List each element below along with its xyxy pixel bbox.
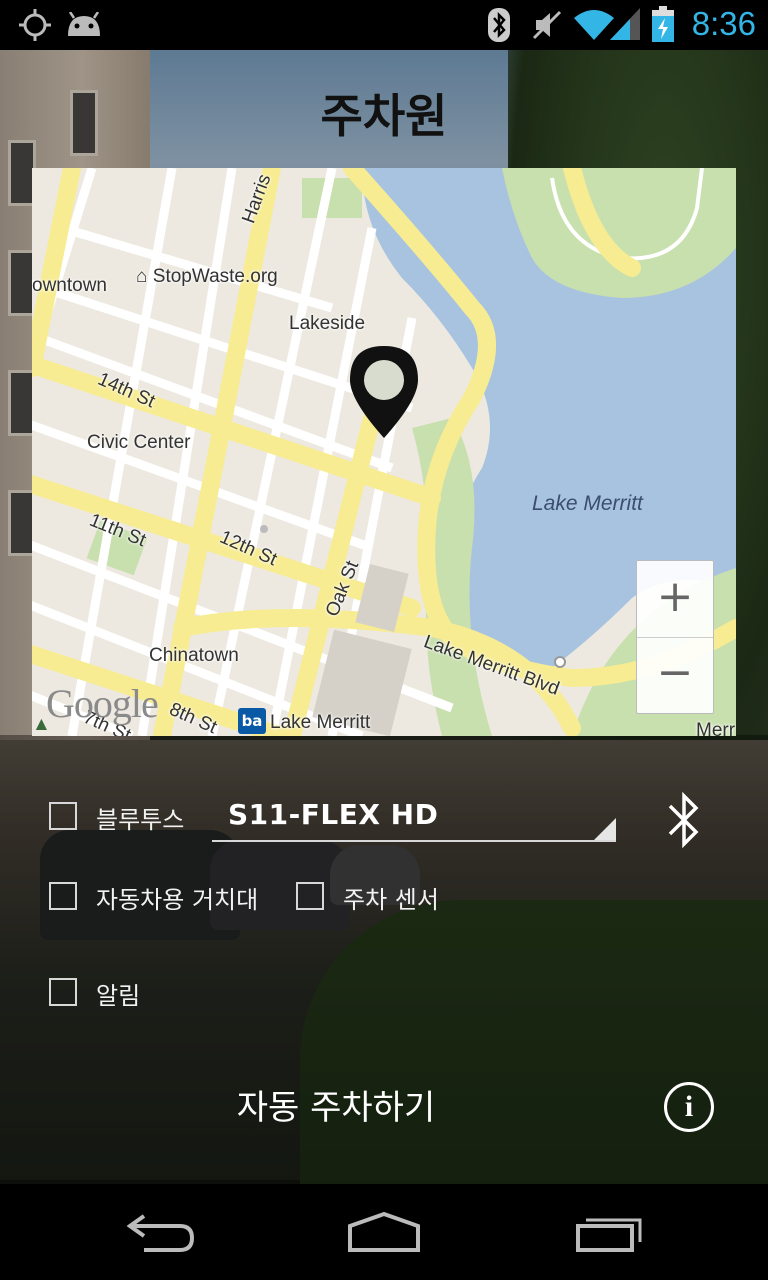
- device-spinner[interactable]: S11-FLEX HD: [228, 798, 438, 831]
- bluetooth-icon[interactable]: [664, 788, 704, 852]
- car-mount-checkbox[interactable]: [49, 882, 77, 910]
- museum-icon: ⌂: [136, 266, 153, 287]
- parking-sensor-checkbox[interactable]: [296, 882, 324, 910]
- device-spinner-underline: [212, 840, 616, 842]
- parking-sensor-label[interactable]: 주차 센서: [343, 880, 439, 915]
- back-icon[interactable]: [124, 1208, 196, 1256]
- alarm-checkbox[interactable]: [49, 978, 77, 1006]
- battery-charging-icon: [652, 6, 674, 42]
- spinner-arrow-icon[interactable]: [594, 818, 616, 840]
- compass-icon: ▲: [32, 714, 51, 735]
- info-icon[interactable]: i: [664, 1082, 714, 1132]
- signal-icon: [610, 8, 640, 40]
- zoom-out-button[interactable]: −: [637, 637, 713, 713]
- android-icon: [68, 12, 100, 36]
- bluetooth-icon: [488, 8, 510, 42]
- map-label-downtown: owntown: [32, 275, 107, 296]
- recents-icon[interactable]: [574, 1208, 646, 1256]
- auto-park-button[interactable]: 자동 주차하기: [0, 1080, 672, 1129]
- mute-icon: [532, 10, 562, 40]
- home-icon[interactable]: [346, 1208, 422, 1256]
- google-logo: Google: [46, 681, 159, 726]
- gps-icon: [19, 9, 51, 41]
- map-label-lake-merritt-station: Lake Merritt: [270, 712, 371, 733]
- page-title: 주차원: [320, 89, 448, 143]
- navigation-bar: [0, 1184, 768, 1280]
- map-label-stopwaste: ⌂ StopWaste.org: [136, 266, 278, 287]
- clock: 8:36: [691, 5, 756, 42]
- bluetooth-label[interactable]: 블루투스: [96, 800, 184, 835]
- map-label-chinatown: Chinatown: [149, 645, 239, 666]
- transit-icon: ba: [238, 708, 266, 734]
- bluetooth-checkbox[interactable]: [49, 802, 77, 830]
- map-label-lakeside: Lakeside: [289, 313, 366, 334]
- map-label-lake-merritt: Lake Merritt: [532, 492, 643, 515]
- alarm-label[interactable]: 알림: [96, 976, 140, 1011]
- map-label-civic-center: Civic Center: [87, 432, 191, 453]
- zoom-in-button[interactable]: +: [637, 561, 713, 638]
- map-view[interactable]: owntown ⌂ StopWaste.org Lakeside 14th St…: [32, 168, 736, 736]
- car-mount-label[interactable]: 자동차용 거치대: [96, 880, 258, 915]
- map-label-merr: Merr: [696, 720, 736, 736]
- status-bar: 8:36: [0, 0, 768, 50]
- wifi-icon: [574, 10, 614, 40]
- zoom-controls: + −: [636, 560, 714, 714]
